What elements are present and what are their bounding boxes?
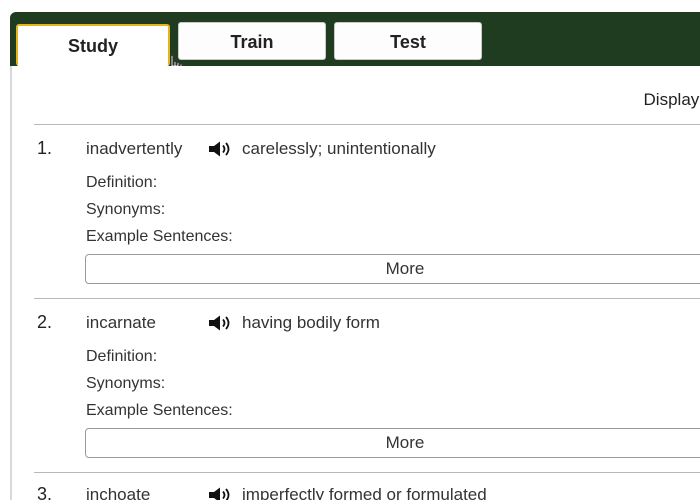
definition-label: Definition: xyxy=(86,348,158,365)
definition-label: Definition: xyxy=(86,174,158,191)
entry-word: inadvertently xyxy=(86,139,183,158)
display-label: Display: xyxy=(643,90,700,109)
tab-train[interactable]: Train xyxy=(178,22,326,60)
entry-word: incarnate xyxy=(86,313,156,332)
entry-meaning: carelessly; unintentionally xyxy=(242,139,436,158)
synonyms-label: Synonyms: xyxy=(86,375,166,392)
entry-number: 3. xyxy=(37,484,53,500)
more-button[interactable]: More xyxy=(85,254,700,284)
entry-number: 2. xyxy=(37,312,53,332)
entry-meaning: having bodily form xyxy=(242,313,380,332)
speaker-icon[interactable] xyxy=(208,487,234,500)
divider xyxy=(34,472,700,473)
divider xyxy=(34,298,700,299)
synonyms-label: Synonyms: xyxy=(86,201,166,218)
tab-study[interactable]: Study xyxy=(16,24,170,66)
more-button[interactable]: More xyxy=(85,428,700,458)
entry-meaning: imperfectly formed or formulated xyxy=(242,485,487,500)
speaker-icon[interactable] xyxy=(208,315,234,331)
entry-word: inchoate xyxy=(86,485,151,500)
tab-test[interactable]: Test xyxy=(334,22,482,60)
entry-number: 1. xyxy=(37,138,53,158)
speaker-icon[interactable] xyxy=(208,141,234,157)
example-sentences-label: Example Sentences: xyxy=(86,402,233,419)
study-page: Study Train Test Display: 1. inadvertent… xyxy=(0,0,700,500)
example-sentences-label: Example Sentences: xyxy=(86,228,233,245)
divider xyxy=(34,124,700,125)
mode-tab-bar: Study Train Test xyxy=(10,12,700,68)
study-panel: Display: 1. inadvertently carelessly; un… xyxy=(10,66,700,500)
